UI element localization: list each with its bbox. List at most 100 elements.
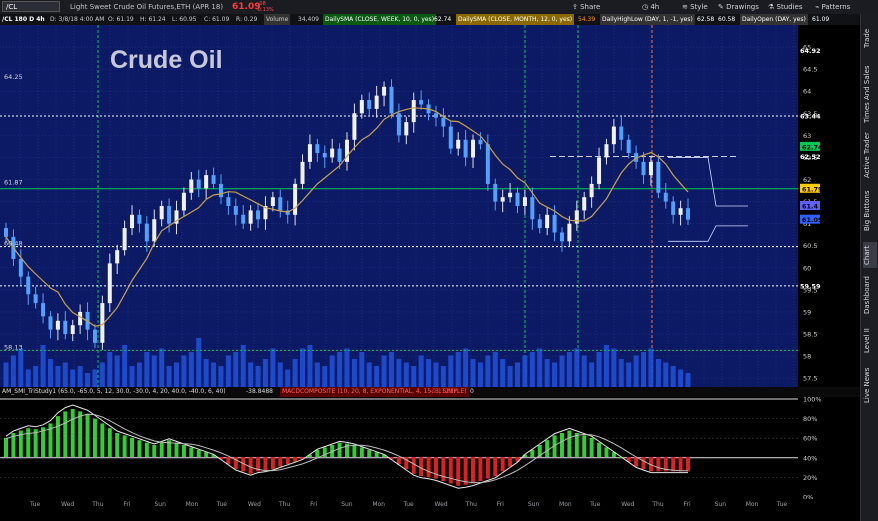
smi-study-name: AM_SMI_TriStudy1 (65.0, -65.0, 5, 12, 30… — [2, 388, 226, 395]
price-marker-label: 62.52 — [800, 153, 821, 161]
volume-bar — [136, 362, 142, 387]
volume-bar — [40, 345, 46, 387]
macd-histogram-bar — [130, 437, 135, 457]
macd-histogram-bar — [545, 440, 550, 457]
study-monthly-sma: DailySMA (CLOSE, MONTH, 12, 0, yes) — [456, 14, 575, 25]
macd-histogram-bar — [85, 413, 90, 457]
candle-body — [189, 179, 194, 193]
macd-histogram-bar — [359, 447, 364, 457]
volume-bar — [559, 355, 565, 387]
macd-histogram-bar — [4, 437, 8, 457]
candle-body — [515, 192, 520, 206]
price-marker-label: 61.09 — [802, 216, 823, 224]
candle-body — [582, 197, 587, 211]
sidebar-tab-big-buttons[interactable]: Big Buttons — [863, 186, 877, 236]
price-marker-label: 59.59 — [800, 282, 821, 290]
candle-body — [204, 175, 209, 189]
sidebar-tab-live-news[interactable]: Live News — [863, 364, 877, 406]
macd-histogram-bar — [352, 445, 357, 457]
right-sidebar: Trade Times And Sales Active Trader Big … — [860, 14, 878, 521]
volume-bar — [611, 348, 617, 387]
candle-body — [122, 228, 127, 251]
volume-bar — [426, 359, 432, 387]
volume-bar — [596, 352, 602, 387]
candle-body — [404, 122, 409, 136]
macd-histogram-bar — [433, 457, 438, 479]
time-axis-label: Wed — [621, 501, 635, 508]
sidebar-tab-level-ii[interactable]: Level II — [863, 324, 877, 358]
time-axis-label: Thu — [652, 501, 664, 508]
study-weekly-sma-value: 62.74 — [434, 16, 452, 23]
timeframe-button[interactable]: ◷ 4h — [642, 0, 659, 14]
drawings-button[interactable]: ✎ Drawings — [718, 0, 759, 14]
sidebar-tab-dashboard[interactable]: Dashboard — [863, 272, 877, 318]
price-tick-label: 64.5 — [803, 66, 817, 74]
candle-body — [300, 161, 305, 184]
candle-body — [152, 219, 157, 242]
study-daily-open-value: 61.09 — [812, 16, 830, 23]
candle-body — [359, 100, 364, 114]
candle-body — [248, 210, 253, 224]
study-daily-open: DailyOpen (DAY, yes) — [740, 14, 808, 25]
price-pane-background — [0, 25, 798, 387]
timeframe-button-label: 4h — [650, 3, 660, 11]
macd-histogram-bar — [500, 457, 505, 472]
volume-bar — [92, 369, 98, 387]
time-axis-label: Wed — [434, 501, 448, 508]
style-button[interactable]: ≋ Style — [682, 0, 708, 14]
volume-bar — [663, 362, 669, 387]
macd-histogram-bar — [78, 411, 83, 457]
time-axis-label: Sun — [527, 501, 540, 508]
candle-body — [241, 214, 246, 224]
sidebar-tab-chart[interactable]: Chart — [863, 242, 877, 268]
volume-bar — [211, 362, 217, 387]
bar-low: L: 60.95 — [172, 16, 197, 23]
bar-open: O: 61.19 — [108, 16, 134, 23]
volume-bar — [10, 355, 16, 387]
volume-bar — [322, 366, 328, 387]
macd-histogram-bar — [263, 457, 268, 471]
study-daily-high-low: DailyHighLow (DAY, 1, -1, yes) — [600, 14, 695, 25]
studies-button[interactable]: ⚗ Studies — [768, 0, 802, 14]
macd-histogram-bar — [604, 447, 609, 457]
macd-histogram-bar — [597, 442, 602, 457]
time-axis-label: Tue — [590, 501, 601, 508]
volume-label: Volume — [264, 14, 291, 25]
volume-bar — [300, 348, 306, 387]
sidebar-tab-active-trader[interactable]: Active Trader — [863, 128, 877, 182]
time-axis-label: Thu — [465, 501, 477, 508]
candle-body — [552, 214, 557, 233]
time-axis-label: Sun — [341, 501, 353, 508]
share-button[interactable]: ⇪ Share — [572, 0, 600, 14]
macd-histogram-bar — [55, 416, 60, 457]
macd-histogram-bar — [493, 457, 498, 477]
candle-body — [678, 208, 683, 215]
macd-histogram-bar — [508, 457, 513, 467]
volume-bar — [314, 362, 320, 387]
sidebar-tab-trade[interactable]: Trade — [863, 18, 877, 58]
chart-canvas[interactable]: 6564.56463.56362.56261.56160.56059.55958… — [0, 25, 860, 499]
volume-bar — [440, 366, 446, 387]
volume-bar — [485, 355, 491, 387]
candle-body — [626, 139, 631, 154]
time-axis-label: Mon — [745, 501, 759, 508]
patterns-button[interactable]: ⌁ Patterns — [815, 0, 850, 14]
sidebar-tab-times-and-sales[interactable]: Times And Sales — [863, 64, 877, 124]
volume-bar — [107, 352, 113, 387]
time-axis: Tue Wed Thu Fri Sun Mon Tue Wed Thu Fri Sun Mon Tue W… — [0, 499, 860, 521]
time-axis-label: Tue — [403, 501, 414, 508]
volume-bar — [403, 362, 409, 387]
candle-body — [26, 276, 31, 295]
volume-bar — [463, 348, 469, 387]
candle-body — [41, 303, 46, 317]
symbol-input[interactable]: /CL — [2, 1, 60, 12]
volume-bar — [159, 348, 165, 387]
left-price-label: 64.25 — [4, 73, 23, 81]
candle-body — [411, 100, 416, 123]
volume-bar — [240, 345, 246, 387]
time-axis-label: Fri — [123, 501, 131, 508]
macd-histogram-bar — [248, 457, 253, 474]
bar-close: C: 61.09 — [204, 16, 230, 23]
candle-body — [471, 139, 476, 158]
volume-bar — [270, 348, 276, 387]
